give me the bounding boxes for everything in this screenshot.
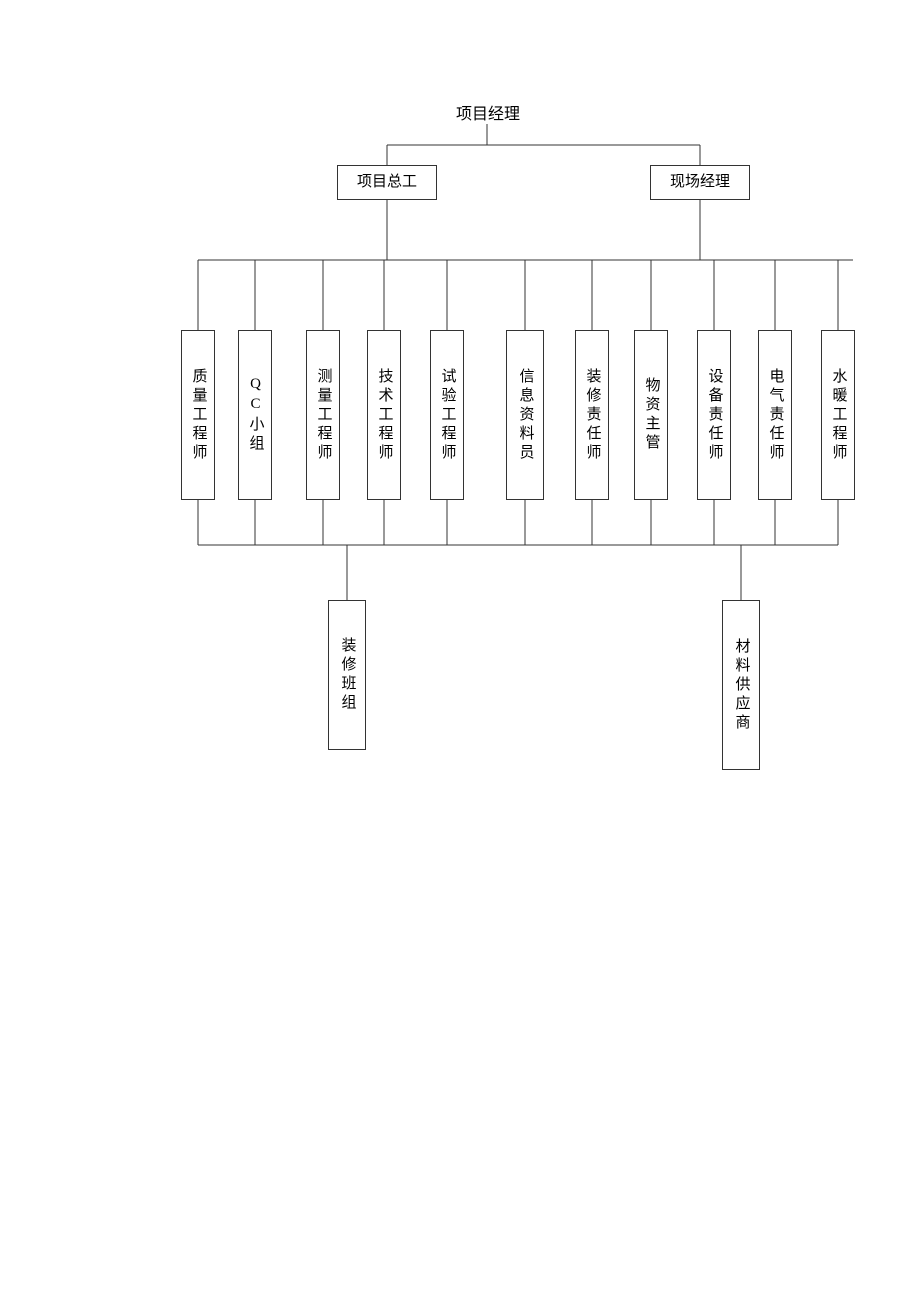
project-manager-label: 项目经理 [456, 100, 520, 124]
connector-lines [0, 0, 920, 1301]
level3-box-10: 水暖工程师 [821, 330, 855, 500]
level3-box-8: 设备责任师 [697, 330, 731, 500]
chief-engineer-box: 项目总工 [337, 165, 437, 200]
decoration-team-box: 装修班组 [328, 600, 366, 750]
level3-box-6: 装修责任师 [575, 330, 609, 500]
level3-box-7: 物资主管 [634, 330, 668, 500]
level3-box-3: 技术工程师 [367, 330, 401, 500]
level3-box-4: 试验工程师 [430, 330, 464, 500]
level3-box-5: 信息资料员 [506, 330, 544, 500]
level3-box-0: 质量工程师 [181, 330, 215, 500]
level3-box-1: QC小组 [238, 330, 272, 500]
site-manager-box: 现场经理 [650, 165, 750, 200]
material-supplier-box: 材料供应商 [722, 600, 760, 770]
level3-box-9: 电气责任师 [758, 330, 792, 500]
level3-box-2: 测量工程师 [306, 330, 340, 500]
